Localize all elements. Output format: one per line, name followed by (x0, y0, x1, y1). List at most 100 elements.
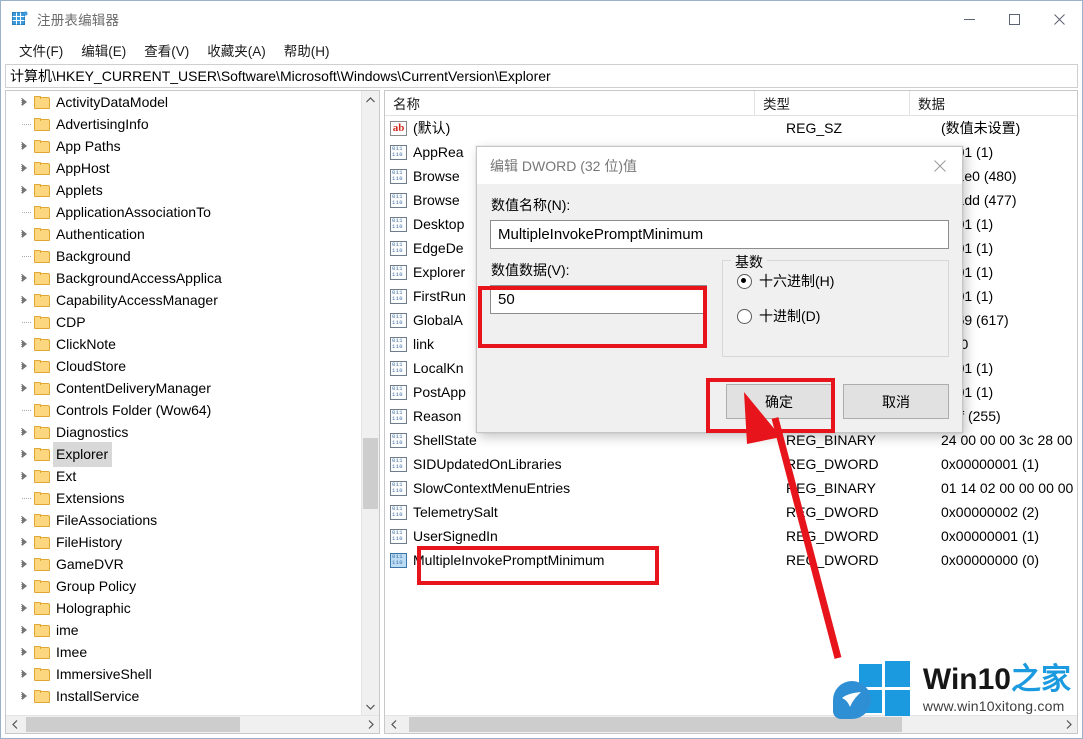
chevron-right-icon[interactable] (21, 472, 27, 480)
chevron-right-icon[interactable] (21, 604, 27, 612)
expand-chevron-icon[interactable] (12, 296, 34, 304)
tree-item[interactable]: InstallService (6, 685, 362, 707)
column-header-type[interactable]: 类型 (755, 91, 910, 115)
expand-chevron-icon[interactable] (12, 274, 34, 282)
tree-hscroll-thumb[interactable] (26, 717, 240, 732)
cancel-button[interactable]: 取消 (843, 384, 949, 419)
tree-horizontal-scrollbar[interactable] (6, 715, 379, 733)
tree-item[interactable]: Explorer (6, 441, 362, 467)
registry-tree[interactable]: ActivityDataModel AdvertisingInfo App Path… (6, 91, 362, 715)
expand-chevron-icon[interactable] (12, 450, 34, 458)
tree-scroll-track[interactable] (362, 108, 379, 698)
expand-chevron-icon[interactable] (12, 582, 34, 590)
chevron-right-icon[interactable] (21, 516, 27, 524)
expand-chevron-icon[interactable] (12, 472, 34, 480)
tree-item[interactable]: Authentication (6, 223, 362, 245)
chevron-right-icon[interactable] (21, 384, 27, 392)
scroll-down-icon[interactable] (362, 698, 379, 715)
chevron-right-icon[interactable] (21, 230, 27, 238)
chevron-right-icon[interactable] (21, 340, 27, 348)
menu-favorites[interactable]: 收藏夹(A) (198, 37, 275, 64)
chevron-right-icon[interactable] (21, 538, 27, 546)
ok-button[interactable]: 确定 (726, 384, 832, 419)
chevron-right-icon[interactable] (21, 692, 27, 700)
list-hscroll-thumb[interactable] (408, 717, 903, 732)
tree-item[interactable]: App Paths (6, 135, 362, 157)
tree-item[interactable]: Holographic (6, 597, 362, 619)
list-scroll-left-icon[interactable] (385, 716, 402, 733)
tree-item[interactable]: BackgroundAccessApplica (6, 267, 362, 289)
value-name-input[interactable]: MultipleInvokePromptMinimum (490, 220, 949, 249)
menu-help[interactable]: 帮助(H) (275, 37, 339, 64)
column-header-name[interactable]: 名称 (385, 91, 755, 115)
maximize-button[interactable] (992, 1, 1037, 37)
tree-item[interactable]: Background (6, 245, 362, 267)
tree-item[interactable]: AdvertisingInfo (6, 113, 362, 135)
chevron-right-icon[interactable] (21, 670, 27, 678)
expand-chevron-icon[interactable] (12, 98, 34, 106)
expand-chevron-icon[interactable] (12, 362, 34, 370)
radio-hexadecimal-indicator[interactable] (737, 273, 752, 289)
chevron-right-icon[interactable] (21, 582, 27, 590)
tree-scroll-thumb[interactable] (363, 438, 378, 510)
tree-item[interactable]: Applets (6, 179, 362, 201)
scroll-left-icon[interactable] (6, 716, 23, 733)
expand-chevron-icon[interactable] (12, 670, 34, 678)
value-row[interactable]: SIDUpdatedOnLibraries REG_DWORD 0x00000001… (385, 452, 1077, 476)
expand-chevron-icon[interactable] (12, 428, 34, 436)
tree-item[interactable]: ClickNote (6, 333, 362, 355)
expand-chevron-icon[interactable] (12, 560, 34, 568)
tree-item[interactable]: ActivityDataModel (6, 91, 362, 113)
chevron-right-icon[interactable] (21, 98, 27, 106)
list-scroll-right-icon[interactable] (1060, 716, 1077, 733)
chevron-right-icon[interactable] (21, 186, 27, 194)
chevron-right-icon[interactable] (21, 648, 27, 656)
tree-item[interactable]: CDP (6, 311, 362, 333)
value-row[interactable]: UserSignedIn REG_DWORD 0x00000001 (1) (385, 524, 1077, 548)
menu-view[interactable]: 查看(V) (135, 37, 198, 64)
radio-decimal-indicator[interactable] (737, 308, 752, 324)
expand-chevron-icon[interactable] (12, 516, 34, 524)
chevron-right-icon[interactable] (21, 560, 27, 568)
value-row[interactable]: MultipleInvokePromptMinimum REG_DWORD 0x00… (385, 548, 1077, 572)
tree-item[interactable]: Controls Folder (Wow64) (6, 399, 362, 421)
value-data-input[interactable]: 50 (490, 285, 707, 314)
expand-chevron-icon[interactable] (12, 384, 34, 392)
expand-chevron-icon[interactable] (12, 340, 34, 348)
minimize-button[interactable] (947, 1, 992, 37)
value-row[interactable]: (默认) REG_SZ (数值未设置) (385, 116, 1077, 140)
chevron-right-icon[interactable] (21, 142, 27, 150)
radio-hexadecimal[interactable]: 十六进制(H) (737, 271, 948, 291)
close-button[interactable] (1037, 1, 1082, 37)
tree-item[interactable]: Extensions (6, 487, 362, 509)
scroll-right-icon[interactable] (362, 716, 379, 733)
tree-item[interactable]: CapabilityAccessManager (6, 289, 362, 311)
tree-item[interactable]: Group Policy (6, 575, 362, 597)
tree-item[interactable]: ime (6, 619, 362, 641)
chevron-right-icon[interactable] (21, 274, 27, 282)
value-row[interactable]: SlowContextMenuEntries REG_BINARY 01 14 02… (385, 476, 1077, 500)
expand-chevron-icon[interactable] (12, 230, 34, 238)
tree-item[interactable]: Diagnostics (6, 421, 362, 443)
chevron-right-icon[interactable] (21, 428, 27, 436)
tree-item[interactable]: ApplicationAssociationTo (6, 201, 362, 223)
tree-hscroll-track[interactable] (23, 716, 362, 733)
value-row[interactable]: TelemetrySalt REG_DWORD 0x00000002 (2) (385, 500, 1077, 524)
expand-chevron-icon[interactable] (12, 164, 34, 172)
expand-chevron-icon[interactable] (12, 626, 34, 634)
list-hscroll-track[interactable] (402, 716, 1060, 733)
chevron-right-icon[interactable] (21, 626, 27, 634)
column-header-data[interactable]: 数据 (910, 91, 1077, 115)
expand-chevron-icon[interactable] (12, 648, 34, 656)
tree-item[interactable]: CloudStore (6, 355, 362, 377)
tree-item[interactable]: Imee (6, 641, 362, 663)
tree-item[interactable]: AppHost (6, 157, 362, 179)
tree-vertical-scrollbar[interactable] (361, 91, 379, 715)
menu-edit[interactable]: 编辑(E) (72, 37, 135, 64)
tree-item[interactable]: ImmersiveShell (6, 663, 362, 685)
expand-chevron-icon[interactable] (12, 692, 34, 700)
chevron-right-icon[interactable] (21, 164, 27, 172)
tree-item[interactable]: GameDVR (6, 553, 362, 575)
expand-chevron-icon[interactable] (12, 604, 34, 612)
chevron-right-icon[interactable] (21, 450, 27, 458)
